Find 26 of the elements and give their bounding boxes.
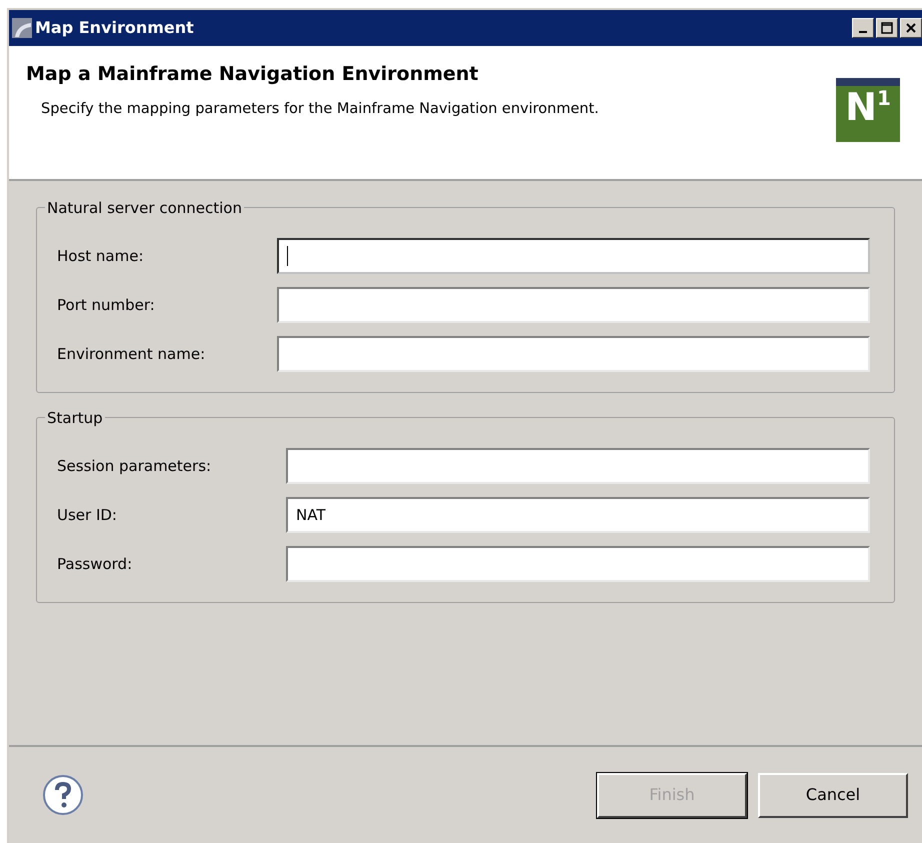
field-label: Session parameters: (57, 456, 212, 477)
field-label: Port number: (57, 294, 156, 316)
text-field[interactable] (277, 238, 870, 274)
maximize-icon (881, 22, 893, 34)
maximize-button[interactable] (876, 18, 898, 38)
text-field[interactable] (277, 287, 870, 323)
text-field[interactable] (286, 546, 870, 582)
field-label: Password: (57, 554, 134, 575)
text-field[interactable]: NAT (286, 497, 870, 533)
window-title: Map Environment (35, 17, 195, 39)
text-cursor (287, 246, 288, 266)
close-button[interactable] (900, 18, 922, 38)
close-icon (905, 22, 917, 34)
text-field[interactable] (286, 448, 870, 484)
minimize-icon (859, 31, 867, 33)
page-description: Specify the mapping parameters for the Mainframe Navigation environment. (41, 100, 600, 118)
field-label: Environment name: (57, 344, 206, 365)
field-label: Host name: (57, 246, 145, 267)
help-icon[interactable] (42, 774, 84, 816)
field-value: NAT (295, 504, 327, 526)
page-title: Map a Mainframe Navigation Environment (26, 62, 480, 87)
text-field[interactable] (277, 336, 870, 372)
minimize-button[interactable] (852, 18, 874, 38)
window-icon (11, 17, 33, 39)
field-label: User ID: (57, 504, 118, 526)
dialog-button[interactable]: Cancel (758, 772, 908, 818)
